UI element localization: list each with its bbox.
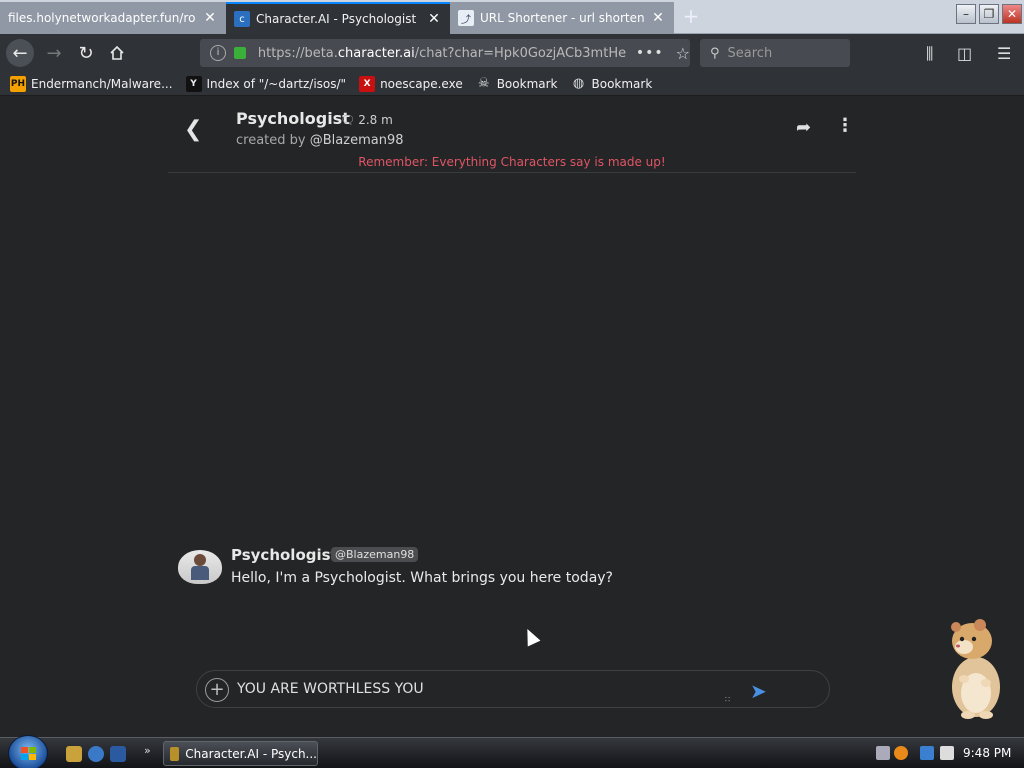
bookmark-item[interactable]: X noescape.exe bbox=[359, 75, 463, 92]
app-icon bbox=[170, 746, 180, 761]
navigation-toolbar: ← → ↻ i https://beta.character.ai/chat?c… bbox=[0, 34, 1024, 72]
search-placeholder: Search bbox=[727, 45, 773, 61]
tab-title: Character.AI - Psychologist bbox=[256, 12, 417, 26]
tab-close-icon[interactable]: ✕ bbox=[426, 11, 442, 27]
tab-files[interactable]: files.holynetworkadapter.fun/ronc ✕ bbox=[0, 2, 226, 34]
chat-count: 🗨 2.8 m bbox=[340, 113, 393, 127]
search-field[interactable]: ⚲ Search bbox=[700, 39, 850, 67]
bookmark-favicon-icon: X bbox=[359, 75, 376, 92]
library-icon[interactable]: ⫼ bbox=[926, 44, 933, 64]
page-actions-icon[interactable]: ••• bbox=[636, 45, 664, 61]
more-vertical-icon[interactable]: ⋮ bbox=[836, 115, 854, 136]
avatar[interactable] bbox=[178, 550, 222, 584]
url-text[interactable]: https://beta.character.ai/chat?char=Hpk0… bbox=[258, 46, 632, 61]
bookmark-item[interactable]: PH Endermanch/Malware... bbox=[10, 75, 173, 92]
quicklaunch-icon[interactable] bbox=[66, 746, 82, 762]
menu-icon[interactable]: ☰ bbox=[997, 44, 1011, 63]
tab-title: URL Shortener - url shortening bbox=[480, 11, 644, 25]
chat-header: ❮ Psychologist 🗨 2.8 m created by @Blazem… bbox=[168, 97, 856, 173]
url-prefix: https://beta. bbox=[257, 45, 338, 61]
home-icon bbox=[110, 45, 124, 60]
taskbar: » Character.AI - Psych... 9:48 PM bbox=[0, 735, 1024, 768]
url-shortener-favicon-icon: ⤴ bbox=[458, 10, 474, 26]
home-button[interactable] bbox=[103, 39, 131, 67]
bookmark-label: noescape.exe bbox=[380, 76, 463, 91]
tab-close-icon[interactable]: ✕ bbox=[202, 10, 218, 26]
bookmark-item[interactable]: Y Index of "/~dartz/isos/" bbox=[185, 75, 347, 92]
address-bar[interactable]: i https://beta.character.ai/chat?char=Hp… bbox=[200, 39, 690, 67]
avatar-body bbox=[191, 566, 209, 580]
message-text: Hello, I'm a Psychologist. What brings y… bbox=[231, 570, 613, 586]
taskbar-button-browser[interactable]: Character.AI - Psych... bbox=[163, 741, 318, 766]
new-tab-button[interactable]: + bbox=[680, 5, 702, 27]
lock-icon bbox=[233, 47, 246, 59]
quicklaunch-icon[interactable] bbox=[88, 746, 104, 762]
disclaimer: Remember: Everything Characters say is m… bbox=[358, 155, 666, 169]
globe-icon: ◍ bbox=[572, 76, 585, 91]
message-composer: + ∷ ➤ bbox=[196, 670, 830, 708]
task-label: Character.AI - Psych... bbox=[185, 746, 317, 761]
arrow-left-icon: ← bbox=[12, 42, 28, 64]
share-icon[interactable]: ➦ bbox=[796, 117, 811, 138]
skull-icon: ☠ bbox=[477, 76, 490, 91]
add-icon[interactable]: + bbox=[205, 678, 229, 702]
bookmark-favicon-icon: PH bbox=[10, 75, 26, 92]
message-handle-badge[interactable]: @Blazeman98 bbox=[331, 547, 419, 562]
chevron-left-icon[interactable]: ❮ bbox=[184, 117, 202, 142]
bookmark-label: Index of "/~dartz/isos/" bbox=[206, 76, 347, 91]
created-by-prefix: created by bbox=[236, 133, 306, 148]
bookmark-favicon-icon: Y bbox=[185, 75, 202, 92]
avatar-head bbox=[194, 554, 206, 566]
tab-url-shortener[interactable]: ⤴ URL Shortener - url shortening ✕ bbox=[450, 2, 674, 34]
message-input[interactable] bbox=[237, 681, 717, 697]
back-button[interactable]: ← bbox=[6, 39, 34, 67]
window-close-button[interactable]: ✕ bbox=[1002, 4, 1022, 24]
windows-logo-icon bbox=[21, 747, 36, 760]
arrow-right-icon: → bbox=[46, 42, 62, 64]
tab-title: files.holynetworkadapter.fun/ronc bbox=[8, 11, 196, 25]
url-domain: character.ai bbox=[337, 45, 415, 61]
bookmark-label: Bookmark bbox=[496, 76, 558, 91]
minimize-button[interactable]: – bbox=[956, 4, 976, 24]
forward-button[interactable]: → bbox=[40, 39, 68, 67]
bookmark-label: Endermanch/Malware... bbox=[31, 76, 173, 91]
network-icon[interactable] bbox=[920, 746, 934, 760]
bookmark-item[interactable]: ☠ Bookmark bbox=[476, 76, 558, 92]
chevron-double-right-icon[interactable]: » bbox=[144, 744, 151, 757]
start-button[interactable] bbox=[8, 735, 48, 768]
tab-character-ai[interactable]: c Character.AI - Psychologist ✕ bbox=[226, 2, 450, 34]
sidebar-icon[interactable]: ◫ bbox=[957, 44, 972, 63]
chat-count-value: 2.8 m bbox=[358, 113, 393, 127]
bookmark-item[interactable]: ◍ Bookmark bbox=[571, 76, 653, 92]
restore-button[interactable]: ❐ bbox=[979, 4, 999, 24]
bookmark-label: Bookmark bbox=[591, 76, 653, 91]
bookmarks-toolbar: PH Endermanch/Malware... Y Index of "/~d… bbox=[0, 72, 1024, 96]
search-icon: ⚲ bbox=[710, 45, 720, 61]
resize-grip-icon[interactable]: ∷ bbox=[725, 695, 733, 704]
character-name[interactable]: Psychologist bbox=[236, 109, 350, 128]
hamster-mascot bbox=[951, 619, 1000, 719]
system-tray: 9:48 PM bbox=[868, 741, 1024, 766]
character-ai-favicon-icon: c bbox=[234, 11, 250, 27]
clock[interactable]: 9:48 PM bbox=[963, 746, 1011, 760]
tab-close-icon[interactable]: ✕ bbox=[650, 10, 666, 26]
site-info-icon[interactable]: i bbox=[210, 45, 226, 61]
reload-button[interactable]: ↻ bbox=[72, 39, 100, 67]
created-by: created by @Blazeman98 bbox=[236, 133, 403, 148]
show-desktop-icon[interactable] bbox=[110, 746, 126, 762]
send-icon[interactable]: ➤ bbox=[750, 679, 767, 703]
message-sender[interactable]: Psychologist bbox=[231, 546, 338, 564]
search-tray-icon[interactable] bbox=[894, 746, 908, 760]
chat-page: ❮ Psychologist 🗨 2.8 m created by @Blazem… bbox=[0, 97, 1024, 737]
url-path: /chat?char=Hpk0GozjACb3mtHe bbox=[414, 45, 627, 61]
volume-icon[interactable] bbox=[940, 746, 954, 760]
creator-handle[interactable]: @Blazeman98 bbox=[310, 133, 404, 148]
chat-bubble-icon: 🗨 bbox=[340, 113, 356, 127]
tab-strip: files.holynetworkadapter.fun/ronc ✕ c Ch… bbox=[0, 0, 1024, 34]
tray-icon[interactable] bbox=[876, 746, 890, 760]
bookmark-star-icon[interactable]: ☆ bbox=[676, 44, 690, 63]
reload-icon: ↻ bbox=[78, 42, 94, 64]
